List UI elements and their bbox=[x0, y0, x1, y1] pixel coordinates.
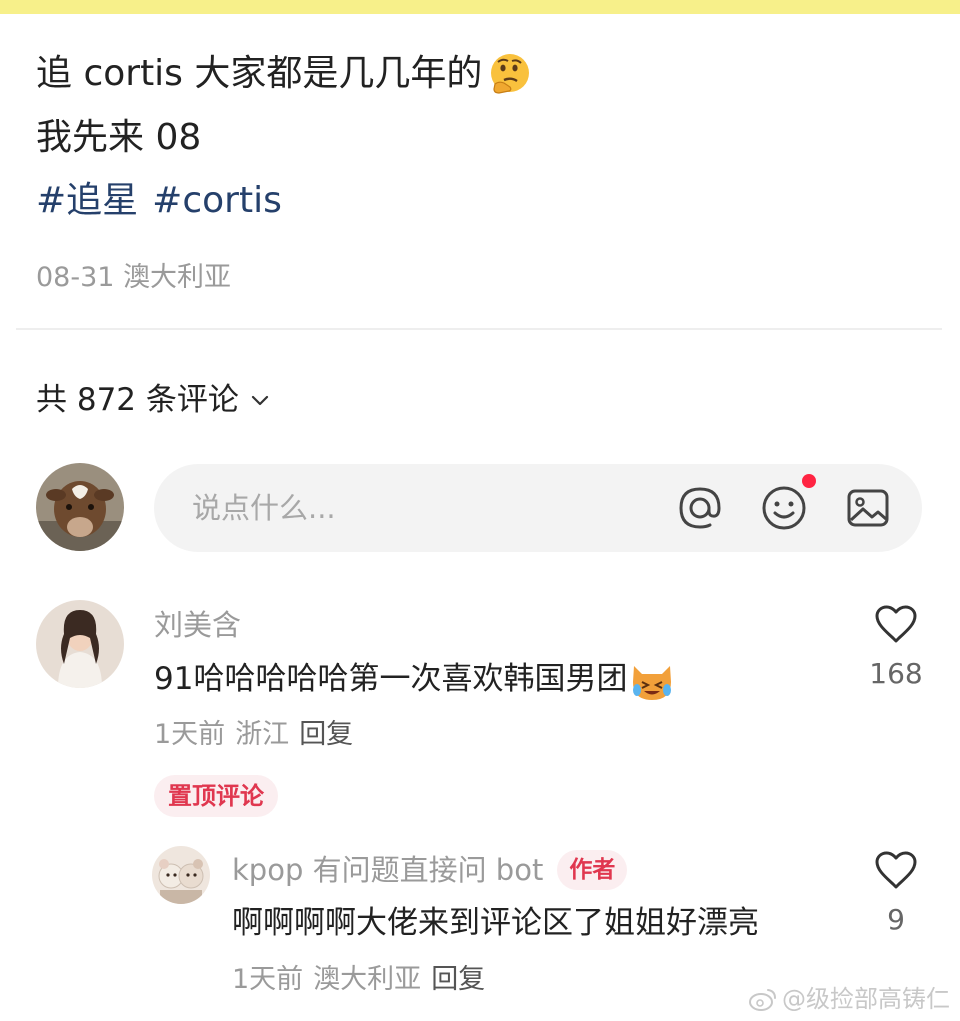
post-title: 追 cortis 大家都是几几年的 bbox=[36, 50, 534, 99]
reply-time: 1天前 bbox=[232, 964, 304, 995]
reply-button[interactable]: 回复 bbox=[299, 719, 353, 750]
thinking-face-icon bbox=[491, 54, 530, 94]
reply-username[interactable]: kpop 有问题直接问 bot bbox=[232, 849, 543, 891]
post-body-line: 我先来 08 bbox=[36, 117, 202, 158]
post-tags: #追星 #cortis bbox=[36, 177, 296, 225]
at-icon[interactable] bbox=[676, 484, 724, 532]
current-user-avatar[interactable] bbox=[36, 463, 124, 551]
reply-text: 啊啊啊啊大佬来到评论区了姐姐好漂亮 bbox=[232, 905, 759, 941]
comment-body: 91哈哈哈哈哈第一次喜欢韩国男团 bbox=[154, 661, 628, 697]
plush-toys-avatar bbox=[152, 846, 210, 904]
watermark-text: @级捡部高铸仁 bbox=[782, 985, 950, 1013]
post-detail-page: 追 cortis 大家都是几几年的 我先来 08 #追星 #cortis 08-3… bbox=[0, 0, 960, 1021]
heart-icon bbox=[875, 851, 917, 889]
pinned-comment-badge: 置顶评论 bbox=[154, 775, 278, 817]
hashtag-link[interactable]: #追星 bbox=[36, 180, 138, 221]
comment-count-toggle[interactable]: 共 872 条评论 bbox=[36, 378, 271, 422]
comment-meta: 1天前 浙江 回复 bbox=[154, 715, 353, 755]
calf-avatar-image bbox=[36, 463, 124, 551]
post-date: 08-31 bbox=[36, 262, 115, 293]
post-meta: 08-31 澳大利亚 bbox=[36, 258, 231, 298]
like-button[interactable]: 168 bbox=[866, 604, 926, 692]
like-button[interactable]: 9 bbox=[866, 850, 926, 938]
post-title-text: 追 cortis 大家都是几几年的 bbox=[36, 53, 483, 94]
reply-author-username: kpop 有问题直接问 bot 作者 bbox=[232, 849, 628, 891]
comment-input-box[interactable] bbox=[154, 464, 922, 552]
reply-meta: 1天前 澳大利亚 回复 bbox=[232, 960, 485, 1000]
like-count: 168 bbox=[869, 657, 923, 690]
comment-count-label: 共 872 条评论 bbox=[36, 382, 239, 418]
hashtag-link[interactable]: #cortis bbox=[152, 180, 282, 221]
heart-icon bbox=[875, 605, 917, 643]
commenter-username[interactable]: 刘美含 bbox=[154, 604, 241, 646]
chevron-down-icon bbox=[251, 395, 268, 406]
emoji-icon[interactable] bbox=[760, 484, 808, 532]
divider bbox=[16, 328, 942, 330]
notification-dot bbox=[802, 474, 816, 488]
like-count: 9 bbox=[887, 903, 905, 936]
image-icon[interactable] bbox=[844, 484, 892, 532]
weibo-logo-icon bbox=[749, 989, 776, 1011]
crying-laughing-cat-icon bbox=[633, 665, 672, 700]
comment-location: 浙江 bbox=[235, 719, 290, 750]
reply-button[interactable]: 回复 bbox=[431, 964, 485, 995]
user-photo-avatar bbox=[36, 600, 124, 688]
comment-input[interactable] bbox=[192, 486, 632, 530]
commenter-avatar[interactable] bbox=[36, 600, 124, 688]
reply-location: 澳大利亚 bbox=[313, 964, 422, 995]
watermark: @级捡部高铸仁 bbox=[748, 982, 950, 1016]
comment-text: 91哈哈哈哈哈第一次喜欢韩国男团 bbox=[154, 655, 675, 704]
reply-author-avatar[interactable] bbox=[152, 846, 210, 904]
post-location: 澳大利亚 bbox=[123, 262, 232, 293]
author-badge: 作者 bbox=[557, 850, 628, 890]
comment-time: 1天前 bbox=[154, 719, 226, 750]
top-strip bbox=[0, 0, 960, 14]
